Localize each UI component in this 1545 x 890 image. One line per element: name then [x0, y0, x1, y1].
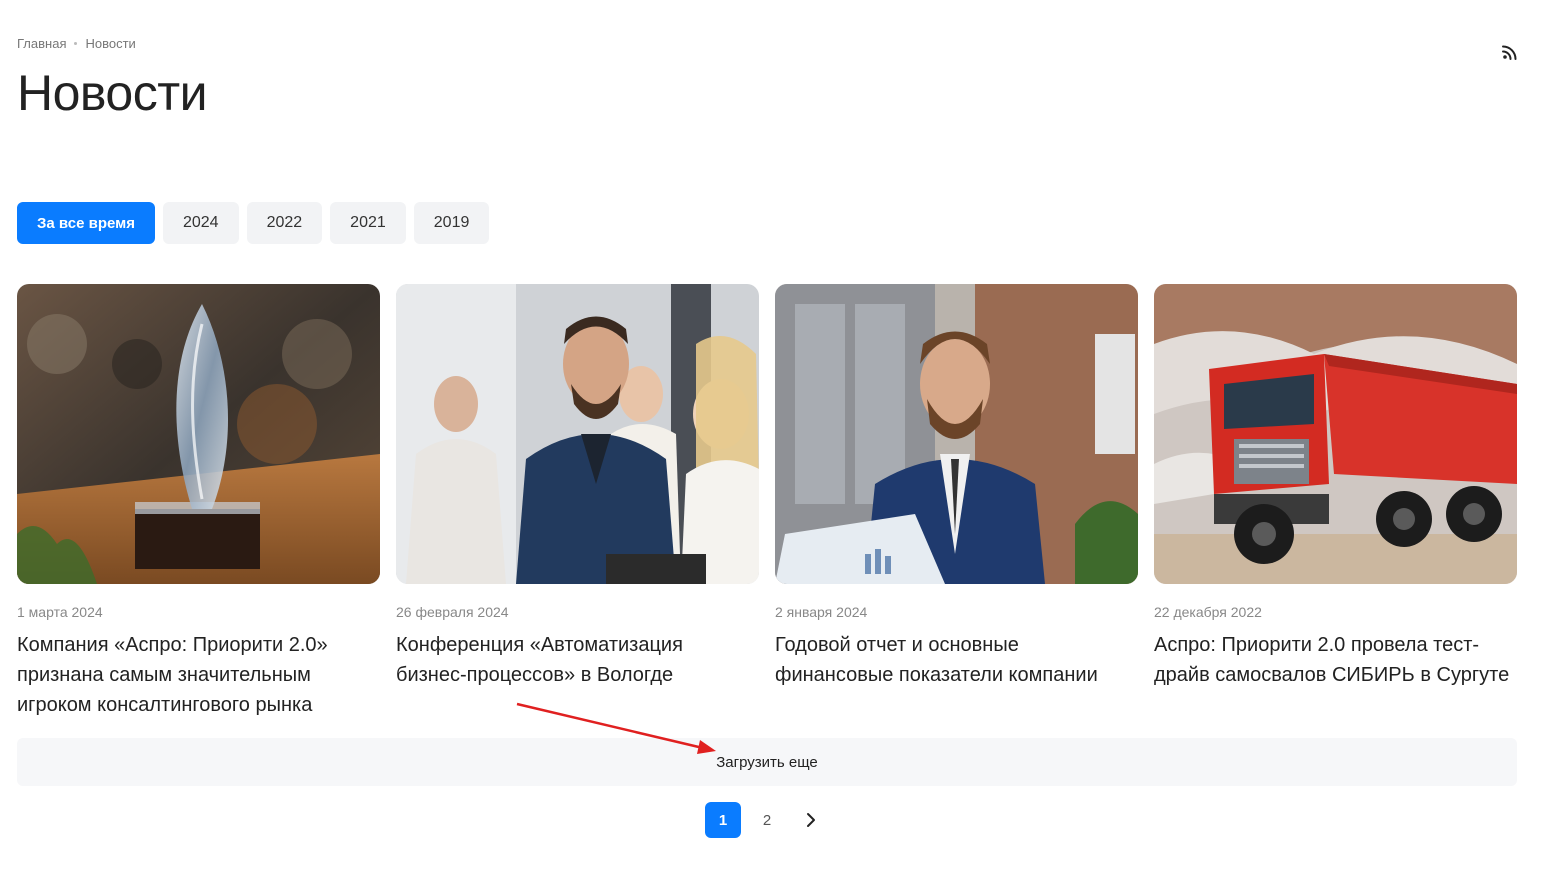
pagination: 1 2	[705, 802, 829, 838]
filter-2021[interactable]: 2021	[330, 202, 406, 244]
news-date: 26 февраля 2024	[396, 604, 509, 620]
rss-icon[interactable]	[1500, 42, 1520, 62]
news-title[interactable]: Аспро: Приорити 2.0 провела тест-драйв с…	[1154, 630, 1517, 690]
filter-2024[interactable]: 2024	[162, 202, 239, 244]
news-card[interactable]: 1 марта 2024 Компания «Аспро: Приорити 2…	[17, 284, 380, 720]
news-card[interactable]: 2 января 2024 Годовой отчет и основные ф…	[775, 284, 1138, 720]
news-card[interactable]: 26 февраля 2024 Конференция «Автоматизац…	[396, 284, 759, 720]
news-card[interactable]: 22 декабря 2022 Аспро: Приорити 2.0 пров…	[1154, 284, 1517, 720]
news-image-dump-truck[interactable]	[1154, 284, 1517, 584]
news-title[interactable]: Годовой отчет и основные финансовые пока…	[775, 630, 1138, 690]
filter-2022[interactable]: 2022	[246, 202, 323, 244]
breadcrumb-current: Новости	[85, 36, 136, 51]
filter-2019[interactable]: 2019	[413, 202, 490, 244]
filter-all-time[interactable]: За все время	[17, 202, 155, 244]
news-title[interactable]: Конференция «Автоматизация бизнес-процес…	[396, 630, 759, 690]
breadcrumb-home-link[interactable]: Главная	[17, 36, 66, 51]
page-1[interactable]: 1	[705, 802, 741, 838]
news-image-conference[interactable]	[396, 284, 759, 584]
news-list: 1 марта 2024 Компания «Аспро: Приорити 2…	[17, 284, 1517, 720]
news-date: 22 декабря 2022	[1154, 604, 1262, 620]
news-image-businessman-report[interactable]	[775, 284, 1138, 584]
breadcrumb: Главная Новости	[17, 36, 136, 51]
year-filter-tabs: За все время 2024 2022 2021 2019	[17, 202, 490, 244]
page-2[interactable]: 2	[749, 802, 785, 838]
news-image-crystal-award[interactable]	[17, 284, 380, 584]
breadcrumb-separator	[74, 42, 78, 45]
news-title[interactable]: Компания «Аспро: Приорити 2.0» признана …	[17, 630, 380, 720]
load-more-button[interactable]: Загрузить еще	[17, 738, 1517, 786]
chevron-right-icon[interactable]	[793, 802, 829, 838]
page-title: Новости	[17, 65, 208, 121]
news-date: 1 марта 2024	[17, 604, 103, 620]
news-date: 2 января 2024	[775, 604, 868, 620]
